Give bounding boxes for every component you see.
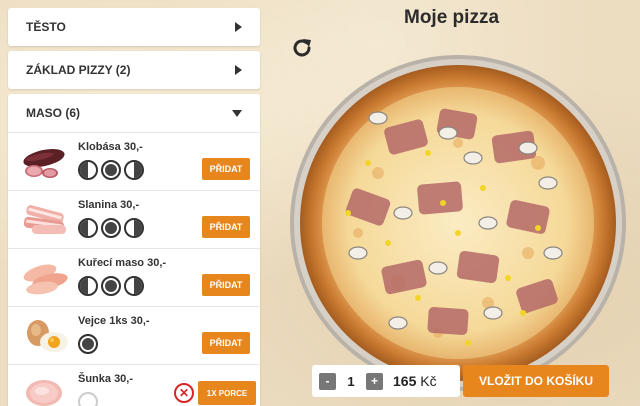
category-header[interactable]: MASO (6) — [8, 94, 260, 132]
half-right-portion-icon[interactable] — [124, 218, 144, 238]
full-portion-icon[interactable] — [78, 334, 98, 354]
item-name: Klobása 30,- — [78, 141, 143, 153]
full-portion-icon[interactable] — [101, 276, 121, 296]
portion-selector — [78, 218, 144, 238]
add-button[interactable]: PŘIDAT — [202, 274, 250, 296]
cart-bar: - 1 + 165 Kč — [312, 365, 460, 397]
chevron-right-icon — [235, 65, 242, 75]
list-item: Šunka 30,- ✕ 1X PORCE — [8, 364, 260, 406]
decrease-quantity-button[interactable]: - — [319, 372, 336, 390]
list-item: Klobása 30,- PŘIDAT — [8, 132, 260, 190]
pizza-preview — [290, 55, 626, 391]
add-button[interactable]: PŘIDAT — [202, 332, 250, 354]
portion-selector — [78, 334, 98, 354]
portion-selector — [78, 392, 98, 406]
quantity-value[interactable]: 1 — [336, 374, 366, 389]
item-name: Vejce 1ks 30,- — [78, 315, 150, 327]
price-currency: Kč — [420, 373, 437, 389]
half-left-portion-icon[interactable] — [78, 160, 98, 180]
category-label: MASO (6) — [26, 106, 80, 120]
list-item: Kuřecí maso 30,- PŘIDAT — [8, 248, 260, 306]
half-right-portion-icon[interactable] — [124, 160, 144, 180]
half-left-portion-icon[interactable] — [78, 218, 98, 238]
price-value: 165 — [393, 373, 417, 389]
portion-button[interactable]: 1X PORCE — [198, 381, 256, 405]
sausage-icon — [23, 149, 65, 178]
bacon-icon — [23, 205, 66, 234]
total-price: 165 Kč — [393, 373, 437, 389]
page-title: Moje pizza — [404, 7, 500, 28]
category-header[interactable]: ZÁKLAD PIZZY (2) — [8, 51, 260, 89]
item-name: Kuřecí maso 30,- — [78, 257, 167, 269]
list-item: Slanina 30,- PŘIDAT — [8, 190, 260, 248]
category-maso: MASO (6) Klobása 30,- PŘIDAT Slanina 30,… — [8, 94, 260, 406]
list-item: Vejce 1ks 30,- PŘIDAT — [8, 306, 260, 364]
chevron-down-icon — [232, 109, 242, 117]
half-right-portion-icon[interactable] — [124, 276, 144, 296]
category-header[interactable]: TĚSTO — [8, 8, 260, 46]
egg-icon — [27, 320, 68, 352]
add-button[interactable]: PŘIDAT — [202, 216, 250, 238]
category-zaklad-pizzy[interactable]: ZÁKLAD PIZZY (2) — [8, 51, 260, 89]
chevron-right-icon — [235, 22, 242, 32]
remove-icon[interactable]: ✕ — [174, 383, 194, 403]
portion-selector — [78, 276, 144, 296]
increase-quantity-button[interactable]: + — [366, 372, 383, 390]
full-portion-icon[interactable] — [101, 160, 121, 180]
portion-selector — [78, 160, 144, 180]
item-name: Šunka 30,- — [78, 373, 134, 385]
full-portion-icon[interactable] — [101, 218, 121, 238]
add-to-cart-button[interactable]: VLOŽIT DO KOŠÍKU — [463, 365, 609, 397]
category-label: ZÁKLAD PIZZY (2) — [26, 63, 131, 77]
ham-icon — [26, 380, 62, 406]
chicken-icon — [23, 264, 68, 295]
portion-icon[interactable] — [78, 392, 98, 406]
category-label: TĚSTO — [26, 20, 66, 34]
add-button[interactable]: PŘIDAT — [202, 158, 250, 180]
item-name: Slanina 30,- — [78, 199, 140, 211]
half-left-portion-icon[interactable] — [78, 276, 98, 296]
category-testo[interactable]: TĚSTO — [8, 8, 260, 46]
